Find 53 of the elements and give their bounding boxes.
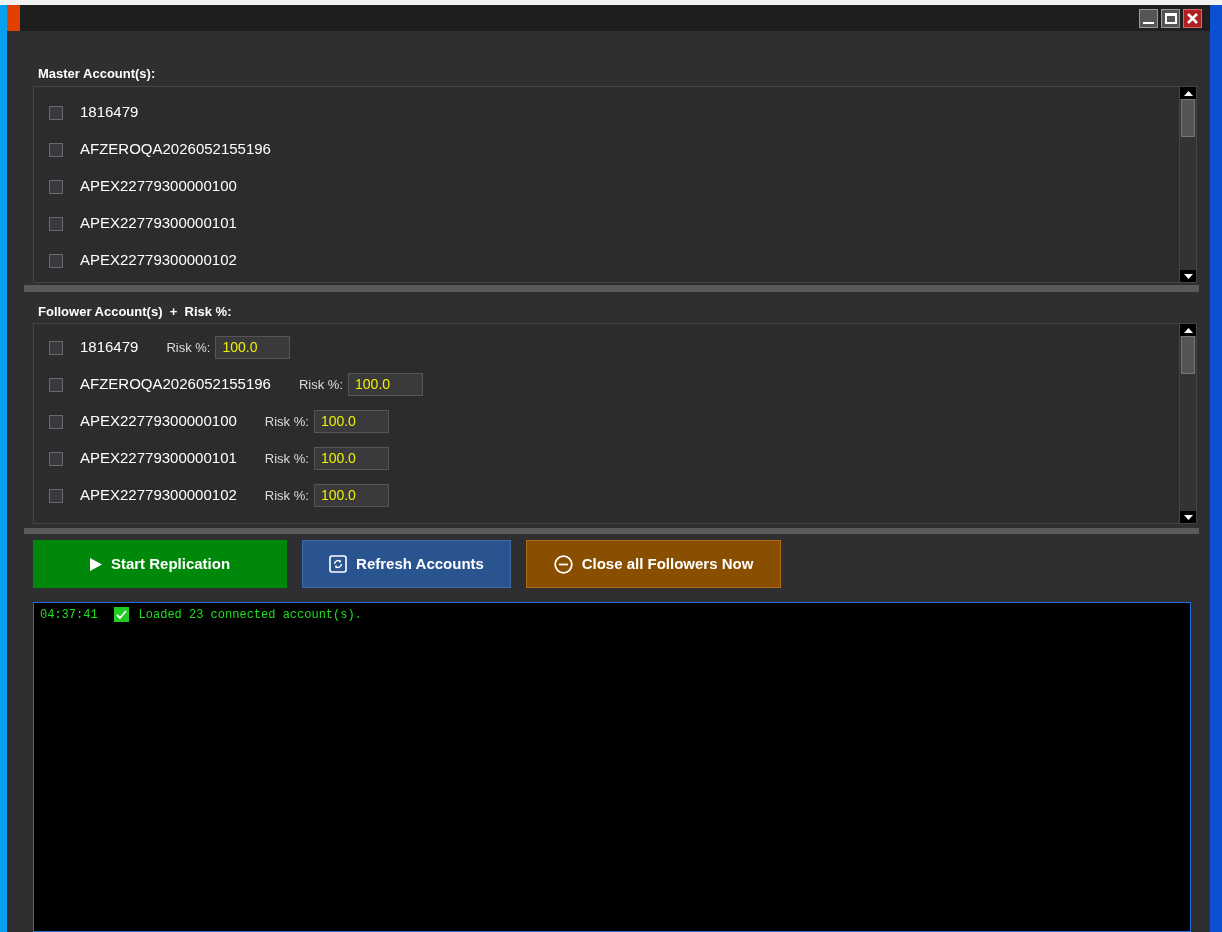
risk-field[interactable]: 100.0 [313,447,389,470]
risk-field[interactable]: 100.0 [313,484,389,507]
risk-field[interactable]: 100.0 [348,373,424,396]
risk-label: Risk %: [264,449,309,468]
maximize-icon[interactable] [1161,8,1180,28]
checkbox[interactable] [49,377,63,392]
checkbox[interactable] [49,179,63,194]
risk-field[interactable]: 100.0 [313,410,389,433]
account-name: APEX22779300000101 [80,448,237,469]
app-icon [7,5,20,31]
checkbox[interactable] [49,105,63,120]
checkbox[interactable] [49,216,63,231]
scroll-up-icon[interactable] [1180,87,1196,99]
log-message: Loaded 23 connected account(s). [138,606,362,624]
account-name: AFZEROQA2026052155196 [80,139,271,160]
minimize-icon[interactable] [1139,8,1158,28]
risk-field[interactable]: 100.0 [215,336,291,359]
play-icon [89,557,102,571]
scroll-thumb[interactable] [1181,99,1195,137]
checkbox[interactable] [49,451,63,466]
risk-label: Risk %: [264,486,309,505]
scrollbar[interactable] [1179,87,1196,282]
scrollbar[interactable] [1179,324,1196,523]
scroll-down-icon[interactable] [1180,511,1196,523]
scroll-thumb[interactable] [1181,336,1195,374]
account-name: APEX22779300000100 [80,411,237,432]
log-time: 04:37:41 [40,606,98,624]
account-name: APEX22779300000102 [80,485,237,506]
start-replication-button[interactable]: Start Replication [33,540,287,588]
risk-label: Risk %: [166,338,211,357]
refresh-accounts-button[interactable]: Refresh Accounts [302,540,511,588]
scroll-up-icon[interactable] [1180,324,1196,336]
checkbox[interactable] [49,253,63,268]
account-name: AFZEROQA2026052155196 [80,374,271,395]
refresh-icon [329,555,348,573]
account-name: 1816479 [80,337,139,358]
checkbox[interactable] [49,414,63,429]
minus-circle-icon [553,554,573,574]
checkbox[interactable] [49,340,63,355]
close-followers-button[interactable]: Close all Followers Now [526,540,781,588]
account-name: APEX22779300000102 [80,250,237,271]
checkbox[interactable] [49,142,63,157]
section-label: Follower Account(s) + Risk %: [37,303,233,321]
risk-label: Risk %: [264,412,309,431]
account-name: 1816479 [80,102,139,123]
risk-label: Risk %: [298,375,344,394]
check-icon [113,607,129,622]
scroll-down-icon[interactable] [1180,270,1196,282]
close-icon[interactable] [1183,8,1202,28]
account-name: APEX22779300000100 [80,176,237,197]
account-name: APEX22779300000101 [80,213,237,234]
checkbox[interactable] [49,488,63,503]
section-label: Master Account(s): [37,65,157,83]
